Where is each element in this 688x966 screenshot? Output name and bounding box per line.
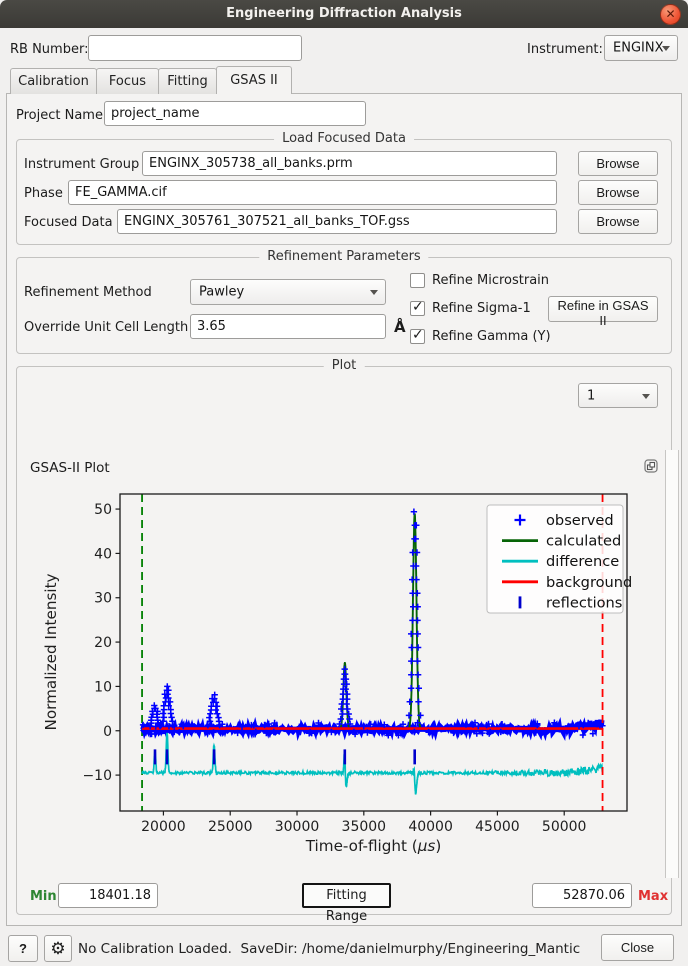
chevron-down-icon [642, 394, 650, 399]
gear-icon: ⚙ [45, 939, 71, 959]
instrument-value: ENGINX [613, 41, 663, 56]
status-message: No Calibration Loaded. SaveDir: /home/da… [78, 941, 580, 957]
diffraction-chart[interactable]: observed calculated difference background re… [20, 478, 664, 878]
svg-text:45000: 45000 [475, 819, 520, 835]
checkbox-label: Refine Sigma-1 [432, 301, 531, 316]
refine-gamma-checkbox[interactable]: Refine Gamma (Y) [410, 329, 551, 344]
plot-group-title: Plot [324, 358, 365, 373]
tab-fitting[interactable]: Fitting [158, 68, 217, 94]
svg-text:20000: 20000 [141, 819, 186, 835]
load-focused-data-title: Load Focused Data [274, 131, 414, 146]
svg-text:35000: 35000 [342, 819, 387, 835]
refinement-method-label: Refinement Method [24, 285, 152, 300]
plot-scrollbar[interactable] [665, 450, 679, 878]
phase-input[interactable] [68, 180, 557, 205]
svg-text:40: 40 [94, 546, 112, 562]
settings-button[interactable]: ⚙ [44, 935, 72, 962]
plot-index-select[interactable]: 1 [578, 383, 658, 408]
instrument-group-input[interactable] [142, 151, 557, 176]
override-unit-cell-input[interactable] [190, 314, 386, 339]
override-unit-cell-label: Override Unit Cell Length [24, 320, 188, 335]
chevron-down-icon [662, 46, 670, 51]
fit-max-label: Max [638, 889, 668, 904]
project-name-input[interactable] [104, 101, 366, 126]
checkbox-box [410, 273, 425, 288]
tab-focus[interactable]: Focus [96, 68, 159, 94]
svg-text:30: 30 [94, 591, 112, 607]
window-close-button[interactable]: ✕ [660, 4, 681, 25]
project-name-label: Project Name [16, 108, 103, 123]
instrument-group-browse-button[interactable]: Browse [578, 151, 658, 176]
legend-label: calculated [546, 533, 621, 550]
plot-title: GSAS-II Plot [30, 460, 110, 476]
refinement-method-select[interactable]: Pawley [190, 279, 386, 305]
checkbox-label: Refine Gamma (Y) [432, 329, 551, 344]
refinement-parameters-title: Refinement Parameters [259, 249, 428, 264]
phase-label: Phase [24, 186, 63, 201]
popout-plot-button[interactable] [644, 459, 658, 477]
legend-label: observed [546, 512, 614, 529]
svg-text:50: 50 [94, 502, 112, 518]
fit-min-label: Min [30, 889, 57, 904]
checkbox-box [410, 329, 425, 344]
close-button[interactable]: Close [601, 934, 674, 961]
rb-number-label: RB Number: [10, 42, 88, 57]
tab-calibration[interactable]: Calibration [10, 68, 97, 94]
legend-label: background [546, 574, 632, 591]
window-title: Engineering Diffraction Analysis [0, 0, 688, 28]
refine-sigma1-checkbox[interactable]: Refine Sigma-1 [410, 301, 531, 316]
angstrom-unit-label: Å [394, 318, 406, 336]
refine-in-gsas-button[interactable]: Refine in GSAS II [548, 296, 658, 322]
svg-text:50000: 50000 [542, 819, 587, 835]
help-button[interactable]: ? [8, 935, 38, 962]
svg-text:30000: 30000 [275, 819, 320, 835]
svg-text:10: 10 [94, 679, 112, 695]
svg-text:20: 20 [94, 635, 112, 651]
checkbox-box [410, 301, 425, 316]
checkbox-label: Refine Microstrain [432, 273, 549, 288]
fit-max-input[interactable] [532, 883, 632, 908]
focused-data-browse-button[interactable]: Browse [578, 209, 658, 234]
rb-number-input[interactable] [88, 35, 302, 61]
refinement-method-value: Pawley [199, 285, 244, 300]
fitting-range-label[interactable]: Fitting Range [302, 883, 391, 908]
focused-data-label: Focused Data [24, 215, 113, 230]
svg-text:25000: 25000 [208, 819, 253, 835]
x-axis-label: Time-of-flight (μs) [305, 837, 442, 855]
reflections-series [155, 749, 415, 764]
instrument-label: Instrument: [527, 42, 603, 57]
svg-text:−10: −10 [82, 768, 112, 784]
chevron-down-icon [370, 290, 378, 295]
phase-browse-button[interactable]: Browse [578, 180, 658, 205]
close-icon: ✕ [661, 5, 680, 24]
difference-series [142, 733, 602, 795]
y-axis-label: Normalized Intensity [42, 573, 60, 730]
legend-label: reflections [546, 594, 622, 611]
tab-gsas-ii[interactable]: GSAS II [216, 66, 292, 94]
popout-icon [644, 459, 658, 473]
plot-index-value: 1 [587, 388, 595, 403]
svg-text:0: 0 [103, 724, 112, 740]
instrument-select[interactable]: ENGINX [604, 35, 678, 61]
fit-min-input[interactable] [58, 883, 158, 908]
svg-text:40000: 40000 [408, 819, 453, 835]
title-bar: Engineering Diffraction Analysis ✕ [0, 0, 688, 28]
instrument-group-label: Instrument Group [24, 157, 139, 172]
focused-data-input[interactable] [117, 209, 557, 234]
legend-label: difference [546, 553, 619, 570]
refine-microstrain-checkbox[interactable]: Refine Microstrain [410, 273, 549, 288]
